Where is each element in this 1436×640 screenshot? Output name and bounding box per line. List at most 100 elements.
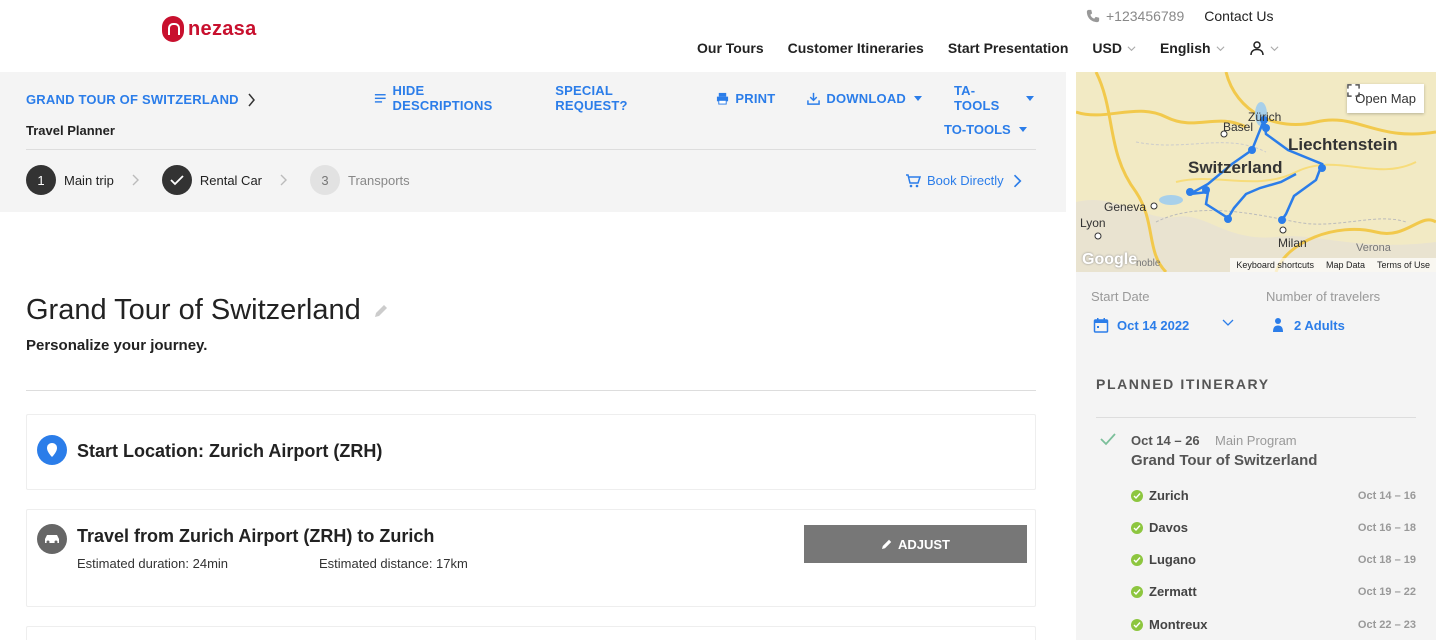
print-button[interactable]: PRINT [716, 83, 775, 113]
phone-link[interactable]: +123456789 [1086, 8, 1184, 24]
nav-our-tours[interactable]: Our Tours [697, 40, 764, 56]
map-label-switzerland: Switzerland [1188, 158, 1283, 177]
next-card [26, 626, 1036, 640]
to-tools-button[interactable]: TO-TOOLS [944, 122, 1027, 137]
download-label: DOWNLOAD [826, 90, 906, 106]
terms-link[interactable]: Terms of Use [1377, 260, 1430, 270]
check-icon [1100, 433, 1116, 446]
step-number: 1 [26, 165, 56, 195]
person-icon [1273, 318, 1283, 332]
hide-descriptions-button[interactable]: HIDE DESCRIPTIONS [374, 83, 523, 113]
open-map-label: Open Map [1355, 91, 1416, 106]
planner-toolbar: GRAND TOUR OF SWITZERLAND Travel Planner… [0, 72, 1066, 212]
open-map-button[interactable]: Open Map [1347, 84, 1424, 113]
check-icon [170, 175, 184, 186]
itinerary-divider [1096, 417, 1416, 418]
travel-distance: Estimated distance: 17km [319, 556, 468, 571]
stop-name: Zermatt [1149, 584, 1197, 599]
itinerary-stop[interactable]: Zermatt Oct 19 – 22 [1131, 584, 1416, 599]
breadcrumb[interactable]: GRAND TOUR OF SWITZERLAND [26, 92, 256, 107]
travelers-selector[interactable]: 2 Adults [1270, 317, 1345, 333]
right-sidebar: Basel Zürich Switzerland Liechtenstein G… [1076, 72, 1436, 640]
page: nezasa +123456789 Contact Us Our Tours C… [0, 0, 1436, 640]
map-label-verona: Verona [1356, 242, 1391, 254]
logo-text: nezasa [188, 17, 257, 40]
map-footer: Keyboard shortcuts Map Data Terms of Use [1230, 258, 1436, 272]
pencil-icon [881, 539, 892, 549]
chevron-down-icon[interactable] [1222, 318, 1234, 328]
list-icon [374, 93, 386, 103]
special-request-button[interactable]: SPECIAL REQUEST? [555, 83, 684, 113]
wizard-steps: 1 Main trip Rental Car 3 Transports [26, 165, 410, 195]
program-type: Main Program [1215, 433, 1297, 448]
book-directly-label: Book Directly [927, 173, 1004, 188]
map-label-lyon: Lyon [1080, 216, 1106, 230]
stop-name: Lugano [1149, 552, 1196, 567]
google-logo: Google [1082, 251, 1138, 268]
stop-name: Davos [1149, 520, 1189, 535]
step-check [161, 165, 192, 195]
calendar-icon [1093, 318, 1109, 333]
stop-dates: Oct 18 – 19 [1357, 553, 1416, 566]
caret-down-icon [914, 95, 922, 101]
user-menu[interactable] [1249, 40, 1279, 56]
logo-mark-icon [162, 16, 184, 42]
step-main-trip[interactable]: 1 Main trip [26, 165, 114, 195]
map-label-milan: Milan [1278, 236, 1307, 250]
nav-start-presentation[interactable]: Start Presentation [948, 40, 1069, 56]
travel-card: Travel from Zurich Airport (ZRH) to Zuri… [26, 509, 1036, 607]
map-data-link[interactable]: Map Data [1326, 260, 1365, 270]
start-date-label: Start Date [1091, 289, 1150, 304]
print-label: PRINT [735, 90, 776, 106]
chevron-right-icon [132, 174, 139, 186]
chevron-right-icon [280, 174, 287, 186]
stop-dates: Oct 14 – 16 [1357, 489, 1416, 502]
language-value: English [1159, 40, 1211, 56]
user-icon [1249, 41, 1264, 56]
step-transports[interactable]: 3 Transports [310, 165, 410, 195]
content-divider [26, 390, 1036, 391]
adjust-button[interactable]: ADJUST [804, 525, 1027, 563]
route-map[interactable]: Basel Zürich Switzerland Liechtenstein G… [1076, 72, 1436, 272]
main-nav: Our Tours Customer Itineraries Start Pre… [697, 40, 1303, 56]
travel-duration: Estimated duration: 24min [77, 556, 229, 571]
start-date-value: Oct 14 2022 [1117, 317, 1190, 333]
step-label: Main trip [64, 172, 114, 188]
hide-descriptions-label: HIDE DESCRIPTIONS [392, 83, 493, 113]
check-circle-icon [1131, 585, 1143, 598]
ta-tools-button[interactable]: TA-TOOLS [954, 83, 1034, 113]
nav-customer-itineraries[interactable]: Customer Itineraries [788, 40, 924, 56]
caret-down-icon [1018, 127, 1027, 132]
adjust-label: ADJUST [897, 536, 950, 552]
keyboard-shortcuts-link[interactable]: Keyboard shortcuts [1236, 260, 1314, 270]
planned-itinerary-title: PLANNED ITINERARY [1096, 376, 1270, 392]
caret-down-icon [1026, 95, 1034, 101]
step-label: Rental Car [199, 172, 262, 188]
currency-select[interactable]: USD [1092, 40, 1136, 56]
book-directly-link[interactable]: Book Directly [905, 173, 1026, 188]
start-date-picker[interactable]: Oct 14 2022 [1093, 317, 1189, 333]
step-number: 3 [310, 165, 340, 195]
itinerary-stop[interactable]: Davos Oct 16 – 18 [1131, 520, 1416, 535]
toolbar-divider [26, 149, 1036, 150]
contact-us-link[interactable]: Contact Us [1204, 8, 1273, 24]
download-button[interactable]: DOWNLOAD [807, 83, 922, 113]
fullscreen-icon [1347, 84, 1361, 97]
cart-icon [906, 173, 921, 187]
logo[interactable]: nezasa [162, 16, 257, 42]
program-dates: Oct 14 – 26 [1131, 433, 1200, 448]
breadcrumb-sub: Travel Planner [26, 123, 115, 138]
special-request-label: SPECIAL REQUEST? [555, 83, 628, 113]
stop-dates: Oct 22 – 23 [1357, 618, 1416, 631]
print-icon [717, 92, 729, 105]
language-select[interactable]: English [1160, 40, 1225, 56]
program-name[interactable]: Grand Tour of Switzerland [1131, 452, 1317, 469]
itinerary-stop[interactable]: Montreux Oct 22 – 23 [1131, 617, 1416, 632]
itinerary-stop[interactable]: Lugano Oct 18 – 19 [1131, 552, 1416, 567]
step-rental-car[interactable]: Rental Car [161, 165, 262, 195]
pencil-icon[interactable] [373, 303, 389, 319]
start-location-card: Start Location: Zurich Airport (ZRH) [26, 414, 1036, 490]
travelers-label: Number of travelers [1266, 289, 1381, 304]
itinerary-stop[interactable]: Zurich Oct 14 – 16 [1131, 488, 1416, 503]
chevron-right-icon [1013, 174, 1022, 187]
